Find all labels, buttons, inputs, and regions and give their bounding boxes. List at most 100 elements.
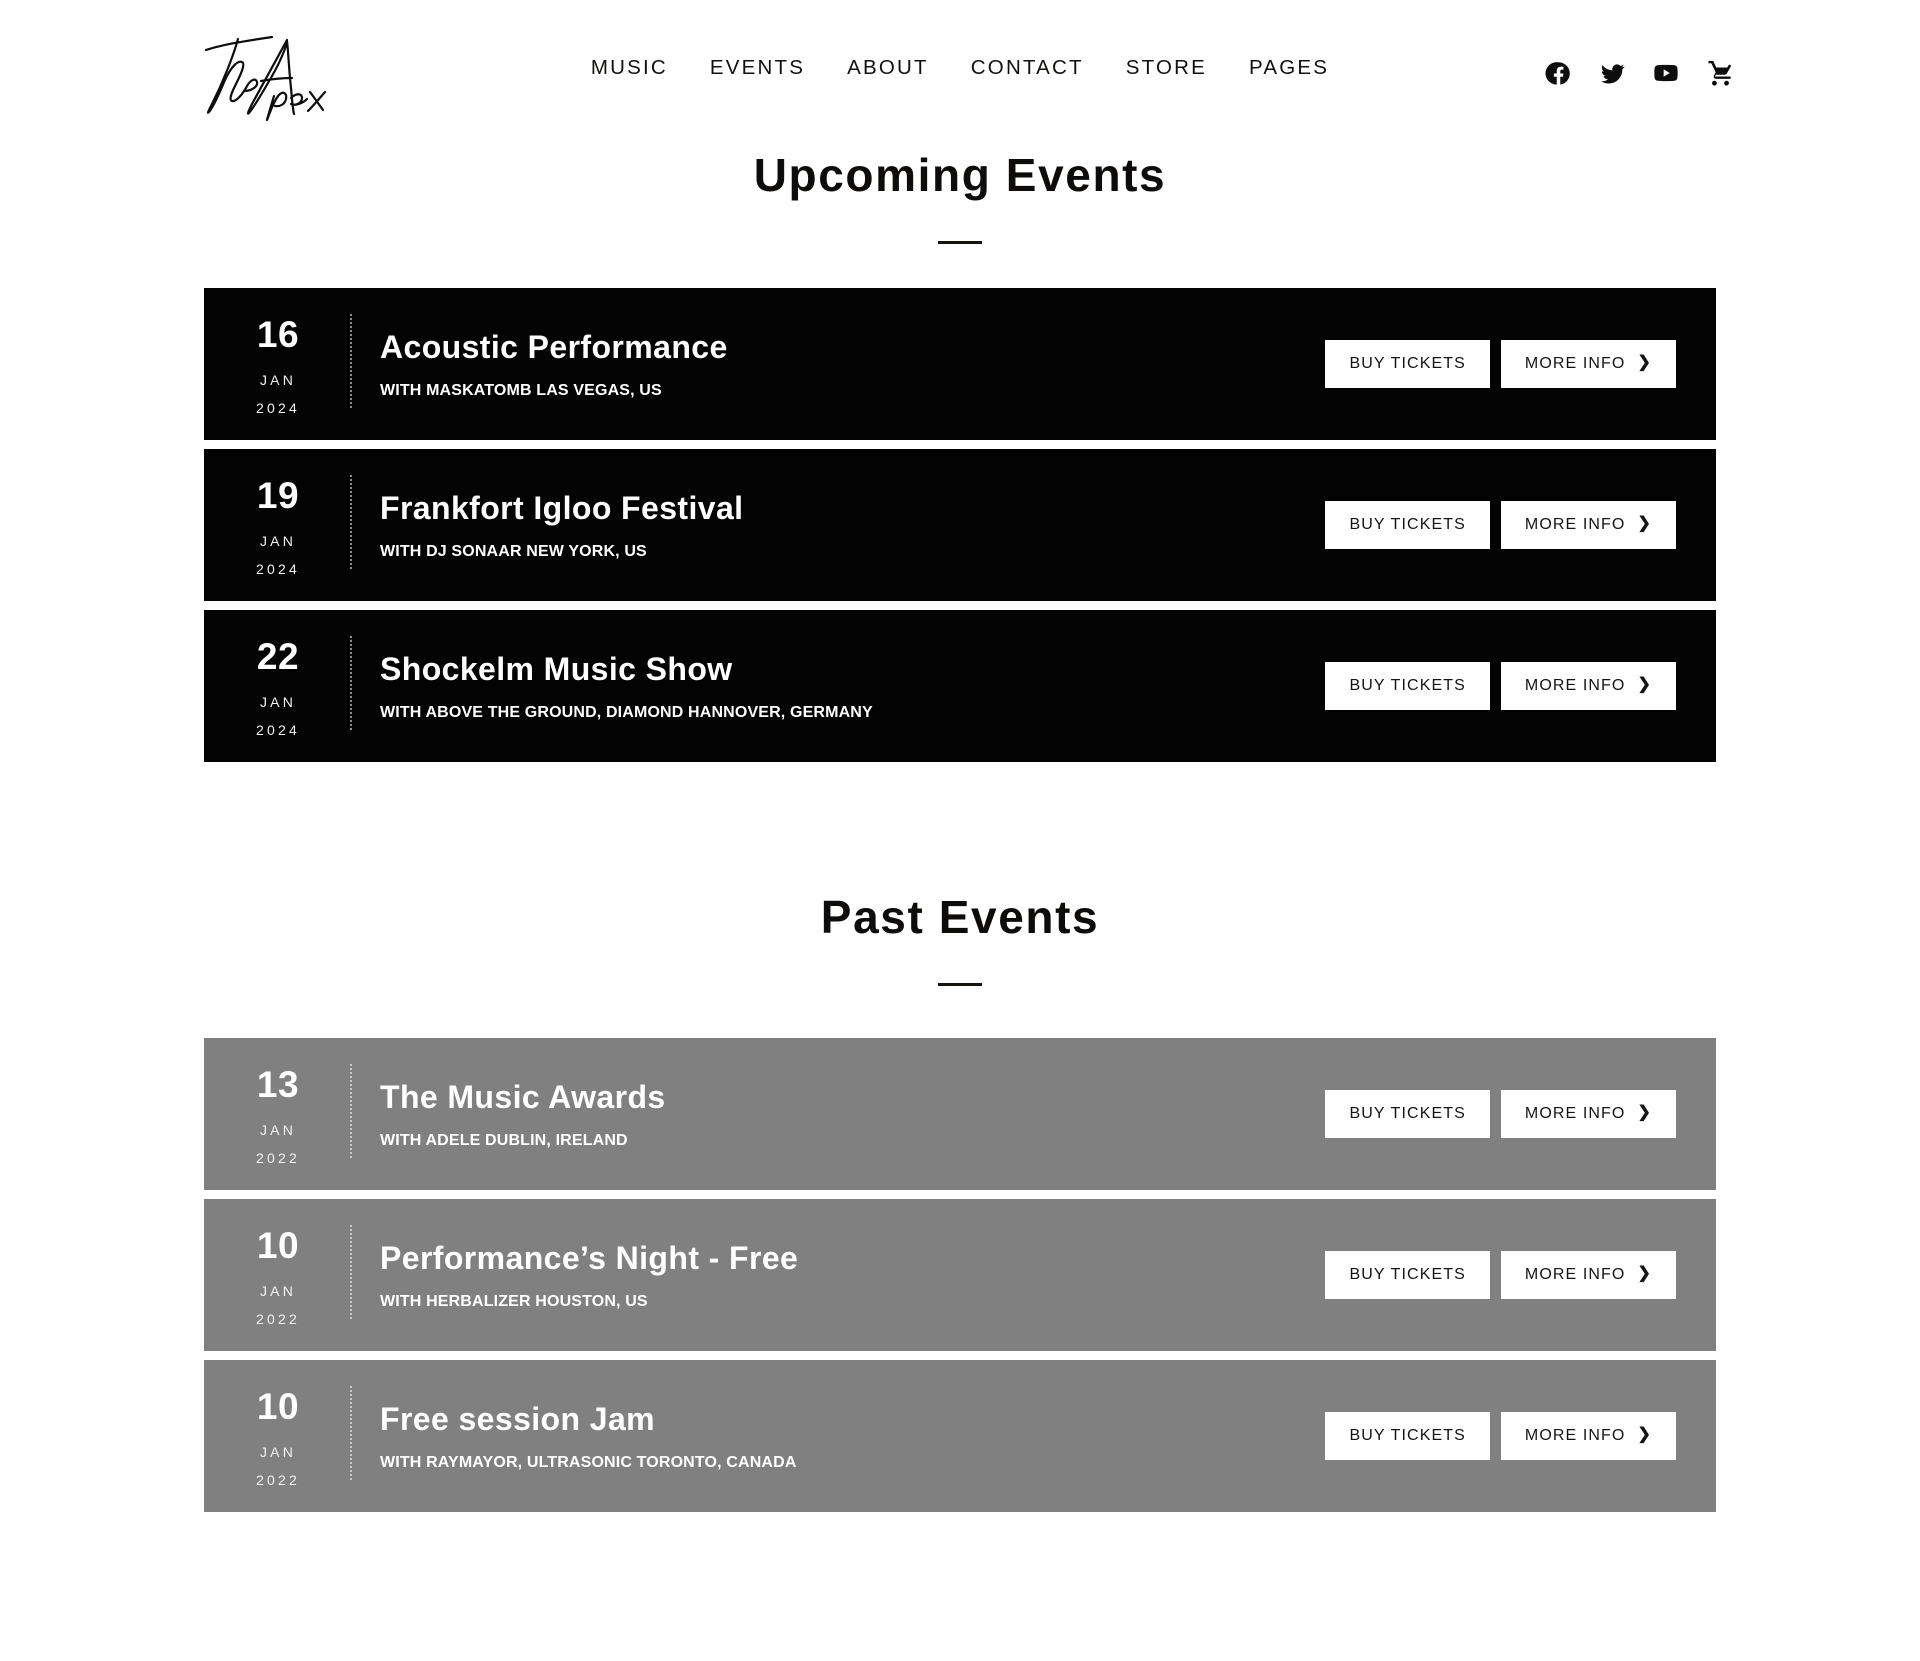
more-info-label: MORE INFO <box>1524 1266 1626 1284</box>
more-info-button[interactable]: MORE INFO ❯ <box>1500 1251 1676 1300</box>
event-body: Acoustic Performance WITH MASKATOMB LAS … <box>352 317 1325 412</box>
event-actions: BUY TICKETS MORE INFO ❯ <box>1325 1251 1716 1300</box>
buy-tickets-button[interactable]: BUY TICKETS <box>1325 1090 1490 1139</box>
event-date: 19 JAN 2024 <box>204 449 352 601</box>
event-actions: BUY TICKETS MORE INFO ❯ <box>1325 501 1716 550</box>
past-title-divider <box>938 983 982 987</box>
event-day: 10 <box>256 1224 300 1266</box>
buy-tickets-button[interactable]: BUY TICKETS <box>1325 1251 1490 1300</box>
table-row[interactable]: 10 JAN 2022 Performance’s Night - Free W… <box>204 1199 1716 1352</box>
facebook-icon[interactable] <box>1543 58 1573 88</box>
event-subtitle: WITH RAYMAYOR, ULTRASONIC TORONTO, CANAD… <box>380 1453 797 1471</box>
event-subtitle: WITH MASKATOMB LAS VEGAS, US <box>380 381 662 399</box>
event-day: 16 <box>256 313 300 355</box>
event-year: 2024 <box>256 399 300 416</box>
table-row[interactable]: 13 JAN 2022 The Music Awards WITH ADELE … <box>204 1038 1716 1191</box>
event-subtitle: WITH HERBALIZER HOUSTON, US <box>380 1292 648 1310</box>
event-date: 13 JAN 2022 <box>204 1038 352 1190</box>
upcoming-events-title: Upcoming Events <box>753 149 1167 201</box>
shopping-cart-icon[interactable] <box>1705 58 1735 88</box>
nav-item-pages[interactable]: PAGES <box>1249 57 1329 79</box>
event-actions: BUY TICKETS MORE INFO ❯ <box>1325 662 1716 711</box>
more-info-label: MORE INFO <box>1524 1105 1626 1123</box>
event-date: 16 JAN 2024 <box>204 288 352 440</box>
event-month: JAN <box>259 693 297 710</box>
event-title: The Music Awards <box>380 1078 666 1115</box>
more-info-label: MORE INFO <box>1524 1427 1626 1445</box>
more-info-button[interactable]: MORE INFO ❯ <box>1500 501 1676 550</box>
chevron-right-icon: ❯ <box>1637 1265 1652 1283</box>
past-events-title: Past Events <box>820 891 1100 944</box>
event-subtitle: WITH DJ SONAAR NEW YORK, US <box>380 542 647 560</box>
event-body: Shockelm Music Show WITH ABOVE THE GROUN… <box>352 639 1325 734</box>
upcoming-events-section: Upcoming Events 16 JAN 2024 Acoustic Per… <box>0 148 1920 763</box>
chevron-right-icon: ❯ <box>1637 1426 1652 1444</box>
buy-tickets-button[interactable]: BUY TICKETS <box>1325 1412 1490 1461</box>
past-events-list: 13 JAN 2022 The Music Awards WITH ADELE … <box>204 1038 1716 1513</box>
events-page: MUSIC EVENTS ABOUT CONTACT STORE PAGES U… <box>0 0 1920 1661</box>
event-day: 13 <box>256 1063 300 1105</box>
event-month: JAN <box>259 532 297 549</box>
more-info-label: MORE INFO <box>1524 516 1626 534</box>
chevron-right-icon: ❯ <box>1637 676 1652 694</box>
event-body: Free session Jam WITH RAYMAYOR, ULTRASON… <box>352 1389 1325 1484</box>
nav-item-about[interactable]: ABOUT <box>847 57 929 79</box>
youtube-icon[interactable] <box>1651 58 1681 88</box>
buy-tickets-button[interactable]: BUY TICKETS <box>1325 501 1490 550</box>
the-apex-signature-logo[interactable] <box>190 24 340 124</box>
social-links <box>1543 58 1735 88</box>
event-month: JAN <box>259 371 297 388</box>
event-title: Acoustic Performance <box>380 328 728 365</box>
event-year: 2024 <box>256 560 300 577</box>
event-title: Performance’s Night - Free <box>380 1239 799 1276</box>
event-title: Frankfort Igloo Festival <box>380 489 744 526</box>
more-info-button[interactable]: MORE INFO ❯ <box>1500 1090 1676 1139</box>
more-info-label: MORE INFO <box>1524 355 1626 373</box>
event-month: JAN <box>259 1121 297 1138</box>
table-row[interactable]: 19 JAN 2024 Frankfort Igloo Festival WIT… <box>204 449 1716 602</box>
twitter-icon[interactable] <box>1597 58 1627 88</box>
chevron-right-icon: ❯ <box>1637 515 1652 533</box>
event-year: 2022 <box>256 1471 300 1488</box>
event-body: Performance’s Night - Free WITH HERBALIZ… <box>352 1228 1325 1323</box>
event-month: JAN <box>259 1282 297 1299</box>
event-date: 10 JAN 2022 <box>204 1360 352 1512</box>
event-year: 2024 <box>256 721 300 738</box>
nav-item-store[interactable]: STORE <box>1126 57 1207 79</box>
more-info-label: MORE INFO <box>1524 677 1626 695</box>
table-row[interactable]: 10 JAN 2022 Free session Jam WITH RAYMAY… <box>204 1360 1716 1513</box>
event-title: Shockelm Music Show <box>380 650 733 687</box>
nav-item-music[interactable]: MUSIC <box>591 57 668 79</box>
nav-item-events[interactable]: EVENTS <box>710 57 805 79</box>
event-actions: BUY TICKETS MORE INFO ❯ <box>1325 340 1716 389</box>
event-day: 19 <box>256 474 300 516</box>
upcoming-title-divider <box>938 241 982 245</box>
past-events-section: Past Events 13 JAN 2022 The Music Awards… <box>0 890 1920 1513</box>
event-subtitle: WITH ADELE DUBLIN, IRELAND <box>380 1131 628 1149</box>
upcoming-events-list: 16 JAN 2024 Acoustic Performance WITH MA… <box>204 288 1716 763</box>
event-date: 22 JAN 2024 <box>204 610 352 762</box>
event-month: JAN <box>259 1443 297 1460</box>
nav-item-contact[interactable]: CONTACT <box>971 57 1084 79</box>
table-row[interactable]: 16 JAN 2024 Acoustic Performance WITH MA… <box>204 288 1716 441</box>
logo-svg <box>204 35 327 122</box>
buy-tickets-button[interactable]: BUY TICKETS <box>1325 662 1490 711</box>
event-year: 2022 <box>256 1310 300 1327</box>
event-body: Frankfort Igloo Festival WITH DJ SONAAR … <box>352 478 1325 573</box>
event-year: 2022 <box>256 1149 300 1166</box>
event-actions: BUY TICKETS MORE INFO ❯ <box>1325 1090 1716 1139</box>
buy-tickets-button[interactable]: BUY TICKETS <box>1325 340 1490 389</box>
event-day: 22 <box>256 635 300 677</box>
event-subtitle: WITH ABOVE THE GROUND, DIAMOND HANNOVER,… <box>380 703 873 721</box>
more-info-button[interactable]: MORE INFO ❯ <box>1500 662 1676 711</box>
more-info-button[interactable]: MORE INFO ❯ <box>1500 1412 1676 1461</box>
event-actions: BUY TICKETS MORE INFO ❯ <box>1325 1412 1716 1461</box>
event-body: The Music Awards WITH ADELE DUBLIN, IREL… <box>352 1067 1325 1162</box>
table-row[interactable]: 22 JAN 2024 Shockelm Music Show WITH ABO… <box>204 610 1716 763</box>
main-navigation: MUSIC EVENTS ABOUT CONTACT STORE PAGES <box>591 57 1329 79</box>
event-date: 10 JAN 2022 <box>204 1199 352 1351</box>
chevron-right-icon: ❯ <box>1637 1104 1652 1122</box>
event-day: 10 <box>256 1385 300 1427</box>
more-info-button[interactable]: MORE INFO ❯ <box>1500 340 1676 389</box>
